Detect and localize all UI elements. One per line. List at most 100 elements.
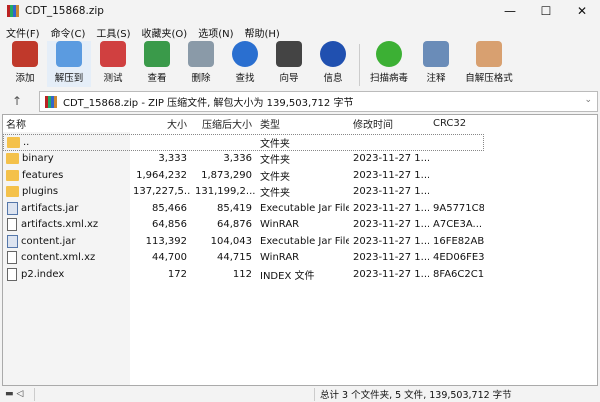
- address-text: CDT_15868.zip - ZIP 压缩文件, 解包大小为 139,503,…: [63, 98, 354, 109]
- name-cell: binary: [3, 153, 129, 165]
- toolbar-button[interactable]: 测试: [91, 41, 135, 87]
- toolbar-button-label: 查找: [235, 73, 255, 84]
- file-name: artifacts.jar: [21, 202, 79, 214]
- type-cell: Executable Jar File: [260, 235, 349, 247]
- file-name: features: [22, 169, 64, 181]
- name-cell: p2.index: [3, 267, 129, 281]
- add-archive-icon: [12, 41, 38, 67]
- packed-cell: 3,336: [223, 153, 252, 165]
- toolbar-button[interactable]: 查看: [135, 41, 179, 87]
- sfx-box-icon: [476, 41, 502, 67]
- menu-item[interactable]: 选项(N): [198, 25, 233, 40]
- type-cell: WinRAR: [260, 252, 300, 264]
- info-icon: [320, 41, 346, 67]
- crc-cell: 9A5771C8: [433, 202, 484, 214]
- table-row[interactable]: content.jar 113,392 104,043 Executable Jar …: [3, 233, 484, 250]
- menu-item[interactable]: 文件(F): [6, 25, 40, 40]
- jar-icon: [7, 234, 18, 248]
- window-title: CDT_15868.zip: [25, 5, 104, 17]
- toolbar-button[interactable]: 信息: [311, 41, 355, 87]
- table-row[interactable]: p2.index 172 112 INDEX 文件 2023-11-27 1... 8FA…: [3, 266, 484, 283]
- toolbar-button[interactable]: 注释: [414, 41, 458, 87]
- name-cell: artifacts.jar: [3, 201, 129, 215]
- minimize-button[interactable]: —: [492, 0, 528, 22]
- address-bar[interactable]: CDT_15868.zip - ZIP 压缩文件, 解包大小为 139,503,…: [39, 91, 598, 112]
- address-row: ↑ CDT_15868.zip - ZIP 压缩文件, 解包大小为 139,50…: [0, 90, 600, 113]
- column-header[interactable]: 大小: [129, 116, 191, 131]
- column-header[interactable]: 压缩后大小: [191, 116, 256, 131]
- toolbar-button-label: 查看: [147, 73, 167, 84]
- modified-cell: 2023-11-27 1...: [353, 186, 429, 198]
- column-header[interactable]: 名称: [3, 116, 129, 131]
- toolbar-button[interactable]: 向导: [267, 41, 311, 87]
- view-book-icon: [144, 41, 170, 67]
- packed-cell: 104,043: [210, 235, 252, 247]
- file-list[interactable]: 名称 大小 压缩后大小 类型 修改时间 CRC32 .. 文件夹 binary 3,333 3,3…: [2, 114, 598, 386]
- menu-item[interactable]: 工具(S): [96, 25, 130, 40]
- column-header[interactable]: CRC32: [429, 118, 484, 129]
- packed-cell: 1,873,290: [201, 169, 252, 181]
- toolbar-button[interactable]: 自解压格式: [458, 41, 520, 87]
- packed-cell: 64,876: [217, 219, 252, 231]
- name-cell: artifacts.xml.xz: [3, 218, 129, 232]
- comment-icon: [423, 41, 449, 67]
- name-cell: content.xml.xz: [3, 251, 129, 265]
- size-cell: 85,466: [152, 202, 187, 214]
- column-header[interactable]: 修改时间: [349, 116, 429, 131]
- table-row[interactable]: artifacts.jar 85,466 85,419 Executable Jar …: [3, 200, 484, 217]
- folder-icon: [7, 136, 20, 148]
- crc-cell: 16FE82AB: [433, 235, 484, 247]
- file-icon: [7, 251, 17, 265]
- toolbar-button[interactable]: 删除: [179, 41, 223, 87]
- toolbar: 添加 解压到 测试 查看 删除 查找 向导 信息 扫描病毒 注释 自解压格式: [3, 41, 520, 89]
- toolbar-button-label: 注释: [426, 73, 446, 84]
- name-cell: ..: [4, 136, 129, 148]
- virus-scan-icon: [376, 41, 402, 67]
- file-name: artifacts.xml.xz: [21, 219, 99, 231]
- table-row[interactable]: features 1,964,232 1,873,290 文件夹 2023-11-27 …: [3, 167, 484, 184]
- file-name: content.xml.xz: [21, 252, 96, 264]
- maximize-button[interactable]: ☐: [528, 0, 564, 22]
- file-name: content.jar: [21, 235, 76, 247]
- toolbar-button-label: 添加: [15, 73, 35, 84]
- toolbar-button-label: 自解压格式: [465, 73, 513, 84]
- size-cell: 172: [167, 268, 187, 280]
- modified-cell: 2023-11-27 1...: [353, 219, 429, 231]
- toolbar-button-label: 测试: [103, 73, 123, 84]
- table-row[interactable]: artifacts.xml.xz 64,856 64,876 WinRAR 2023-1…: [3, 217, 484, 234]
- toolbar-button-label: 信息: [323, 73, 343, 84]
- menu-item[interactable]: 帮助(H): [245, 25, 280, 40]
- size-cell: 3,333: [158, 153, 187, 165]
- name-cell: features: [3, 169, 129, 181]
- toolbar-button[interactable]: 查找: [223, 41, 267, 87]
- file-icon: [7, 267, 17, 281]
- menu-item[interactable]: 收藏夹(O): [142, 25, 188, 40]
- file-name: ..: [23, 136, 30, 148]
- size-cell: 44,700: [152, 252, 187, 264]
- table-row[interactable]: plugins 137,227,5... 131,199,2... 文件夹 2023-1…: [3, 184, 484, 201]
- file-name: plugins: [22, 186, 59, 198]
- toolbar-button[interactable]: 解压到: [47, 41, 91, 87]
- modified-cell: 2023-11-27 1...: [353, 153, 429, 165]
- name-cell: plugins: [3, 186, 129, 198]
- toolbar-button[interactable]: 添加: [3, 41, 47, 87]
- table-row[interactable]: content.xml.xz 44,700 44,715 WinRAR 2023-11-…: [3, 250, 484, 267]
- title-bar: CDT_15868.zip — ☐ ✕: [0, 0, 600, 22]
- modified-cell: 2023-11-27 1...: [353, 169, 429, 181]
- toolbar-button-label: 扫描病毒: [369, 73, 408, 84]
- close-button[interactable]: ✕: [564, 0, 600, 22]
- size-cell: 137,227,5...: [133, 186, 191, 198]
- find-magnifier-icon: [232, 41, 258, 67]
- table-row[interactable]: .. 文件夹: [3, 134, 484, 151]
- drive-icon: ▬ ◁: [5, 389, 24, 399]
- type-cell: 文件夹: [260, 155, 290, 167]
- up-arrow-button[interactable]: ↑: [12, 94, 22, 108]
- test-clipboard-icon: [100, 41, 126, 67]
- chevron-down-icon[interactable]: ⌄: [584, 95, 592, 105]
- toolbar-button[interactable]: 扫描病毒: [364, 41, 414, 87]
- table-row[interactable]: binary 3,333 3,336 文件夹 2023-11-27 1...: [3, 151, 484, 168]
- packed-cell: 85,419: [217, 202, 252, 214]
- name-cell: content.jar: [3, 234, 129, 248]
- menu-item[interactable]: 命令(C): [51, 25, 86, 40]
- column-header[interactable]: 类型: [256, 116, 349, 131]
